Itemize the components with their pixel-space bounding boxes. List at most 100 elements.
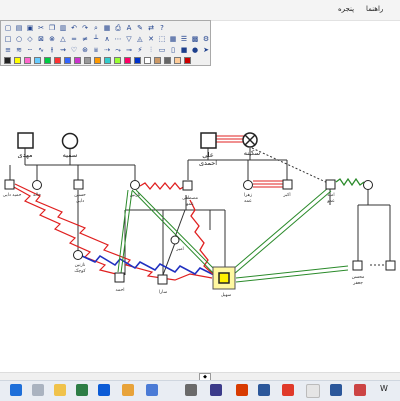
swatch-brown[interactable] <box>154 57 161 64</box>
new-file-icon[interactable]: ▢ <box>4 24 12 32</box>
love-relation-icon[interactable]: ♡ <box>70 46 78 54</box>
edge-icon[interactable] <box>98 384 110 396</box>
ellipse-tool-icon[interactable]: ● <box>191 46 199 54</box>
paste-icon[interactable]: ▥ <box>59 24 67 32</box>
label-akbar: اکبر <box>282 192 290 198</box>
household-icon[interactable]: ⬚ <box>158 35 166 43</box>
genogram-app-icon[interactable] <box>210 384 222 396</box>
swatch-lime[interactable] <box>114 57 121 64</box>
settings-icon[interactable]: ⚙ <box>202 35 210 43</box>
mail-icon[interactable] <box>146 384 158 396</box>
app-icon-2[interactable] <box>354 384 366 396</box>
folder-icon[interactable] <box>122 384 134 396</box>
cutoff-relation-icon[interactable]: ⫲ <box>48 46 56 54</box>
powerpoint-icon[interactable] <box>236 384 248 396</box>
redo-icon[interactable]: ↷ <box>81 24 89 32</box>
undo-icon[interactable]: ↶ <box>70 24 78 32</box>
pregnancy-icon[interactable]: ◬ <box>136 35 144 43</box>
unknown-sex-icon[interactable]: ◇ <box>26 35 34 43</box>
swatch-orange[interactable] <box>94 57 101 64</box>
chart-icon[interactable]: ▩ <box>191 35 199 43</box>
discord-relation-icon[interactable]: ⫶ <box>147 46 155 54</box>
miscarriage-icon[interactable]: ▽ <box>125 35 133 43</box>
start-icon[interactable] <box>10 384 22 396</box>
distant-relation-icon[interactable]: ┄ <box>26 46 34 54</box>
table-icon[interactable]: ▦ <box>169 35 177 43</box>
link-icon[interactable]: ⇄ <box>147 24 155 32</box>
harmony-icon[interactable]: ≋ <box>15 46 23 54</box>
violence-relation-icon[interactable]: ⚡ <box>136 46 144 54</box>
focus-relation-icon[interactable]: ⊛ <box>81 46 89 54</box>
print-icon[interactable]: ⎙ <box>114 24 122 32</box>
picker-icon[interactable]: ✎ <box>136 24 144 32</box>
swatch-peach[interactable] <box>174 57 181 64</box>
swatch-purple[interactable] <box>74 57 81 64</box>
deceased-female-icon[interactable]: ⊗ <box>48 35 56 43</box>
zoom-icon[interactable]: ⌕ <box>92 24 100 32</box>
abuse-relation-icon[interactable]: ⇝ <box>59 46 67 54</box>
swatch-light-blue[interactable] <box>34 57 41 64</box>
child-link-icon[interactable]: ┴ <box>92 35 100 43</box>
label-amo: عمو <box>185 202 194 207</box>
swatch-dark-red[interactable] <box>184 57 191 64</box>
person-omid <box>325 179 336 190</box>
abuse-relation-line-hossein-soheil <box>81 254 215 276</box>
hostile-relation-icon[interactable]: ∿ <box>37 46 45 54</box>
label-ahmad: احمد <box>116 288 125 293</box>
adopted-icon[interactable]: ⋯ <box>114 35 122 43</box>
cut-icon[interactable]: ✂ <box>37 24 45 32</box>
family-frame-icon[interactable]: ▭ <box>158 46 166 54</box>
emotion-frame-icon[interactable]: ▯ <box>169 46 177 54</box>
swatch-white[interactable] <box>144 57 151 64</box>
stillbirth-icon[interactable]: ✕ <box>147 35 155 43</box>
label-sakineh: سکینه <box>244 149 260 157</box>
label-kochak: کوچک <box>74 268 86 274</box>
swatch-pink[interactable] <box>24 57 31 64</box>
menu-help[interactable]: راهنما <box>366 5 383 13</box>
search-icon[interactable] <box>32 384 44 396</box>
male-symbol-icon[interactable]: □ <box>4 35 12 43</box>
word-icon[interactable] <box>258 384 270 396</box>
genogram-canvas[interactable]: مهدی سمیه علی احمدی سکینه حمید دایی خاله… <box>0 80 400 372</box>
word-icon-2[interactable] <box>330 384 342 396</box>
label-hamid: حمید دایی <box>3 193 22 198</box>
marriage-line-icon[interactable]: ═ <box>70 35 78 43</box>
swatch-teal[interactable] <box>104 57 111 64</box>
swatch-yellow[interactable] <box>14 57 21 64</box>
fused-relation-icon[interactable]: ⩸ <box>92 46 100 54</box>
pet-icon[interactable]: △ <box>59 35 67 43</box>
swatch-red[interactable] <box>54 57 61 64</box>
swatch-black[interactable] <box>4 57 11 64</box>
help-icon[interactable]: ? <box>158 24 166 32</box>
close-relation-icon[interactable]: ≡ <box>4 46 12 54</box>
divorce-line-icon[interactable]: ≠ <box>81 35 89 43</box>
grid-icon[interactable]: ▦ <box>103 24 111 32</box>
swatch-navy[interactable] <box>134 57 141 64</box>
file-explorer-icon[interactable] <box>54 384 66 396</box>
chrome-icon[interactable] <box>306 384 320 398</box>
taskbar-label[interactable]: W <box>378 383 390 395</box>
swatch-gray[interactable] <box>84 57 91 64</box>
media-player-icon[interactable] <box>76 384 88 396</box>
swatch-magenta[interactable] <box>124 57 131 64</box>
pdf-icon[interactable] <box>282 384 294 396</box>
open-folder-icon[interactable]: ▤ <box>15 24 23 32</box>
manipulative-relation-icon[interactable]: ⤳ <box>114 46 122 54</box>
swatch-dark-gray[interactable] <box>164 57 171 64</box>
twins-icon[interactable]: ∧ <box>103 35 111 43</box>
swatch-green[interactable] <box>44 57 51 64</box>
text-tool-icon[interactable]: A <box>125 24 133 32</box>
swatch-blue[interactable] <box>64 57 71 64</box>
rect-tool-icon[interactable]: ■ <box>180 46 188 54</box>
menu-window[interactable]: پنجره <box>338 5 354 13</box>
person-soheil[interactable] <box>218 272 230 284</box>
save-icon[interactable]: ▣ <box>26 24 34 32</box>
deceased-male-icon[interactable]: ⊠ <box>37 35 45 43</box>
neglect-relation-icon[interactable]: ⇢ <box>103 46 111 54</box>
list-icon[interactable]: ☰ <box>180 35 188 43</box>
copy-icon[interactable]: ❐ <box>48 24 56 32</box>
control-relation-icon[interactable]: ⊸ <box>125 46 133 54</box>
arrow-tool-icon[interactable]: ➤ <box>202 46 210 54</box>
app-icon[interactable] <box>185 384 197 396</box>
female-symbol-icon[interactable]: ○ <box>15 35 23 43</box>
